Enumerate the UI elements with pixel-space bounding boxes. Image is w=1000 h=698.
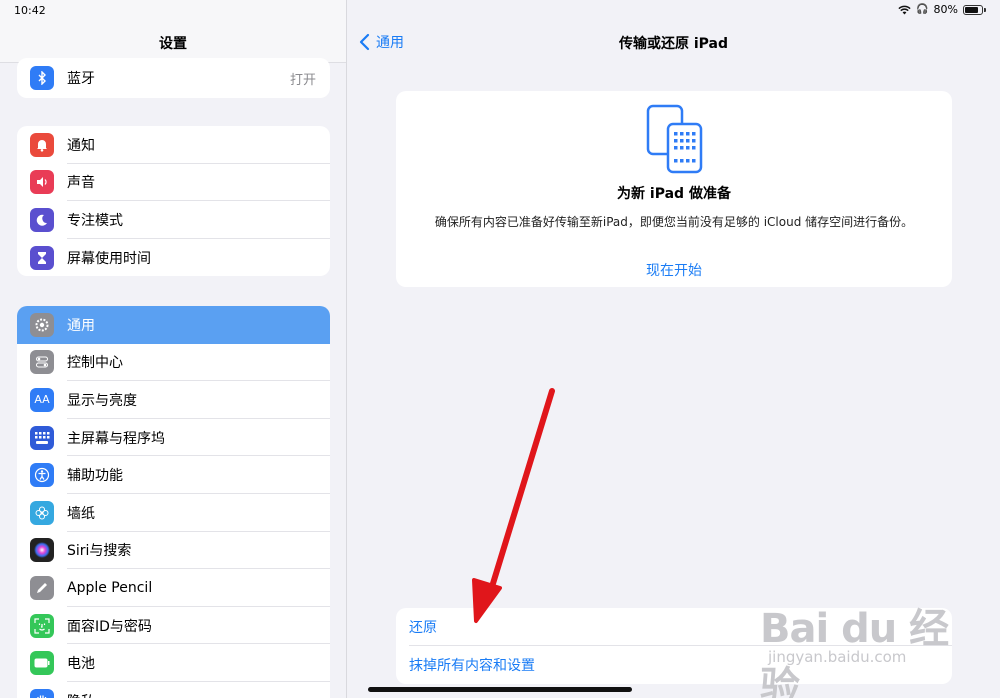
sidebar-item-label: 隐私 [67,691,330,698]
sidebar-item-label: Siri与搜索 [67,543,132,560]
sidebar-item-siri[interactable]: Siri与搜索 [17,532,330,570]
watermark-url: jingyan.baidu.com [768,648,907,666]
sidebar-item-wallpaper[interactable]: 墙纸 [17,494,330,532]
battery-icon [30,651,54,676]
settings-sidebar: 设置 蓝牙 打开 通知 声音 专注模式 屏幕使用时间 通用 控制中心 AA 显示… [0,0,346,698]
sidebar-item-face-id[interactable]: 面容ID与密码 [17,607,330,645]
sidebar-item-label: 通知 [67,137,95,154]
headphones-icon: 🎧 [916,4,929,15]
pencil-icon [30,575,54,600]
moon-icon [30,207,54,232]
sidebar-item-label: 控制中心 [67,355,123,372]
split-divider [346,0,347,698]
watermark-logo: Bai du 经验 [760,606,949,698]
siri-icon [30,538,54,563]
sidebar-item-label: 显示与亮度 [67,392,137,409]
sidebar-title: 设置 [159,36,187,52]
baidu-jingyan-watermark: Bai du 经验 jingyan.baidu.com [760,590,980,698]
grid-icon [30,425,54,450]
reset-label: 还原 [409,620,437,636]
home-indicator[interactable] [368,687,632,692]
faceid-icon [30,613,54,638]
sidebar-item-label: 主屏幕与程序坞 [67,430,165,447]
sidebar-item-privacy[interactable]: 隐私 [17,682,330,698]
battery-percent: 80% [933,3,958,16]
sidebar-item-focus[interactable]: 专注模式 [17,201,330,239]
sidebar-item-label: 电池 [67,656,95,673]
sidebar-item-display[interactable]: AA 显示与亮度 [17,381,330,419]
status-right: 🎧 80% [898,3,986,16]
get-started-button[interactable]: 现在开始 [396,260,952,280]
text-size-icon: AA [30,387,54,412]
sidebar-item-value: 打开 [289,72,316,88]
bell-icon [30,132,54,157]
sidebar-item-label: 蓝牙 [67,71,95,87]
erase-all-label: 抹掉所有内容和设置 [409,658,535,674]
sidebar-item-label: 专注模式 [67,212,123,229]
sidebar-item-apple-pencil[interactable]: Apple Pencil [17,569,330,607]
card-title: 为新 iPad 做准备 [617,186,731,202]
hourglass-icon [30,245,54,270]
battery-status-icon [963,4,983,15]
sidebar-item-label: Apple Pencil [67,579,153,596]
speaker-icon [30,170,54,195]
sidebar-item-accessibility[interactable]: 辅助功能 [17,456,330,494]
page-title: 传输或还原 iPad [618,36,729,52]
sidebar-item-label: 墙纸 [67,505,95,522]
ipad-transfer-icon [646,104,703,174]
sidebar-group-notifications: 通知 声音 专注模式 屏幕使用时间 [17,126,330,277]
sidebar-item-bluetooth[interactable]: 蓝牙 打开 [17,58,330,98]
status-bar: 10:42 🎧 80% [0,0,1000,22]
sidebar-item-battery[interactable]: 电池 [17,644,330,682]
sidebar-item-sounds[interactable]: 声音 [17,164,330,202]
sidebar-item-screen-time[interactable]: 屏幕使用时间 [17,239,330,277]
toggles-icon [30,350,54,375]
sidebar-group-general: 通用 控制中心 AA 显示与亮度 主屏幕与程序坞 辅助功能 墙纸 Siri与搜索… [17,306,330,698]
accessibility-icon [30,463,54,488]
sidebar-item-label: 通用 [67,317,95,334]
status-time: 10:42 [14,4,46,17]
prepare-new-ipad-card: 为新 iPad 做准备 确保所有内容已准备好传输至新iPad，即便您当前没有足够… [396,91,952,287]
sidebar-item-label: 声音 [67,175,95,192]
sidebar-item-label: 屏幕使用时间 [67,250,151,267]
sidebar-item-label: 辅助功能 [67,468,123,485]
sidebar-item-control-center[interactable]: 控制中心 [17,344,330,382]
card-description: 确保所有内容已准备好传输至新iPad，即便您当前没有足够的 iCloud 储存空… [434,215,914,229]
sidebar-group-connectivity: 蓝牙 打开 [17,58,330,98]
gear-icon [30,312,54,337]
hand-icon [30,688,54,698]
bluetooth-icon [30,66,54,90]
sidebar-item-notifications[interactable]: 通知 [17,126,330,164]
flower-icon [30,500,54,525]
sidebar-item-label: 面容ID与密码 [67,618,152,635]
sidebar-item-home-screen[interactable]: 主屏幕与程序坞 [17,419,330,457]
wifi-icon [898,5,911,14]
sidebar-item-general[interactable]: 通用 [17,306,330,344]
